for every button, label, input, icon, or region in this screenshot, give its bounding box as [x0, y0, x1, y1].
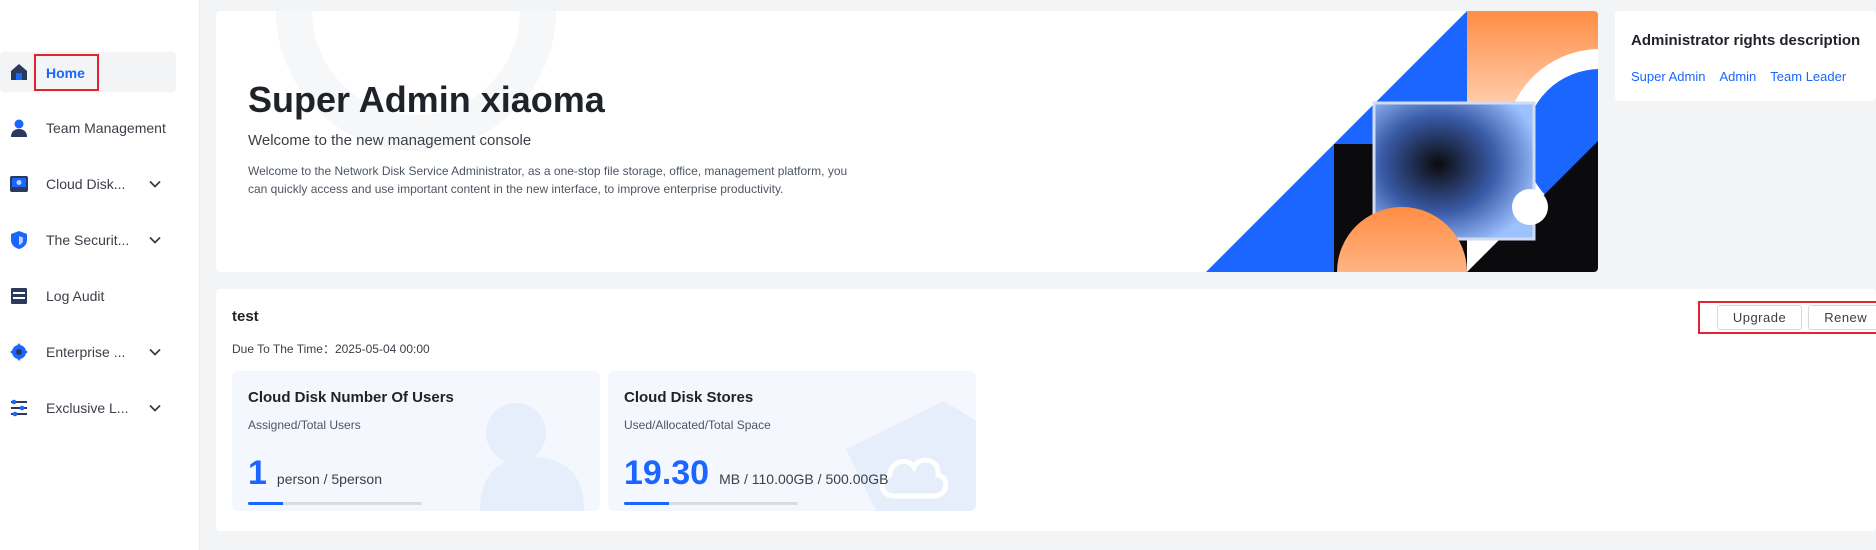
link-team-leader[interactable]: Team Leader: [1770, 69, 1846, 84]
sidebar-item-home[interactable]: Home: [0, 52, 176, 92]
storage-card-value: 19.30 MB / 110.00GB / 500.00GB: [624, 455, 889, 491]
sliders-icon: [8, 397, 30, 419]
log-icon: [8, 285, 30, 307]
sidebar-item-label: Cloud Disk...: [46, 176, 126, 192]
cloud-disk-icon: [8, 173, 30, 195]
upgrade-button[interactable]: Upgrade: [1716, 305, 1803, 330]
users-count: 1: [248, 454, 267, 492]
users-progress-bar: [248, 502, 422, 505]
home-icon: [8, 61, 30, 83]
sidebar-item-label: Exclusive L...: [46, 400, 129, 416]
chevron-down-icon[interactable]: [148, 345, 162, 359]
sidebar: Home Team Management Cloud Disk... The S…: [0, 0, 200, 550]
welcome-description: Welcome to the Network Disk Service Admi…: [248, 164, 848, 196]
chevron-down-icon[interactable]: [148, 233, 162, 247]
sidebar-item-label: The Securit...: [46, 232, 130, 248]
shield-icon: [8, 229, 30, 251]
welcome-banner: Super Admin xiaoma Welcome to the new ma…: [216, 11, 1598, 272]
users-stat-card: Cloud Disk Number Of Users Assigned/Tota…: [232, 371, 600, 511]
team-plan-panel: test Due To The Time：2025-05-04 00:00 Up…: [216, 289, 1876, 531]
plan-actions: Upgrade Renew: [1698, 301, 1876, 334]
storage-progress-fill: [624, 502, 670, 505]
admin-rights-card: Administrator rights description Super A…: [1615, 11, 1876, 101]
sidebar-item-log-audit[interactable]: Log Audit: [0, 276, 176, 316]
renew-button[interactable]: Renew: [1808, 305, 1876, 330]
storage-unit: MB / 110.00GB / 500.00GB: [719, 471, 889, 487]
storage-card-subtitle: Used/Allocated/Total Space: [624, 418, 771, 432]
admin-rights-links: Super Admin Admin Team Leader: [1631, 69, 1846, 84]
sidebar-item-label: Enterprise ...: [46, 344, 126, 360]
sidebar-item-exclusive[interactable]: Exclusive L...: [0, 388, 176, 428]
users-unit: person / 5person: [276, 471, 382, 487]
sidebar-item-team-management[interactable]: Team Management: [0, 108, 176, 148]
users-card-value: 1 person / 5person: [248, 455, 382, 491]
link-admin[interactable]: Admin: [1719, 69, 1756, 84]
due-time: Due To The Time：2025-05-04 00:00: [232, 342, 430, 356]
users-card-subtitle: Assigned/Total Users: [248, 418, 361, 432]
sidebar-item-label: Team Management: [46, 120, 166, 136]
user-icon: [8, 117, 30, 139]
storage-used: 19.30: [624, 454, 710, 492]
welcome-subtitle: Welcome to the new management console: [248, 132, 532, 149]
storage-stat-card: Cloud Disk Stores Used/Allocated/Total S…: [608, 371, 976, 511]
gear-icon: [8, 341, 30, 363]
sidebar-item-label: Log Audit: [46, 288, 105, 304]
sidebar-item-label: Home: [34, 53, 99, 91]
admin-rights-title: Administrator rights description: [1631, 32, 1861, 49]
users-decoration-icon: [480, 403, 584, 511]
sidebar-item-enterprise[interactable]: Enterprise ...: [0, 332, 176, 372]
team-name: test: [232, 308, 259, 325]
storage-progress-bar: [624, 502, 798, 505]
sidebar-item-cloud-disk[interactable]: Cloud Disk...: [0, 164, 176, 204]
users-card-title: Cloud Disk Number Of Users: [248, 389, 454, 406]
chevron-down-icon[interactable]: [148, 177, 162, 191]
link-super-admin[interactable]: Super Admin: [1631, 69, 1705, 84]
page-title: Super Admin xiaoma: [248, 79, 605, 120]
banner-illustration: [1206, 11, 1598, 272]
chevron-down-icon[interactable]: [148, 401, 162, 415]
storage-card-title: Cloud Disk Stores: [624, 389, 754, 406]
users-progress-fill: [248, 502, 283, 505]
sidebar-item-security[interactable]: The Securit...: [0, 220, 176, 260]
